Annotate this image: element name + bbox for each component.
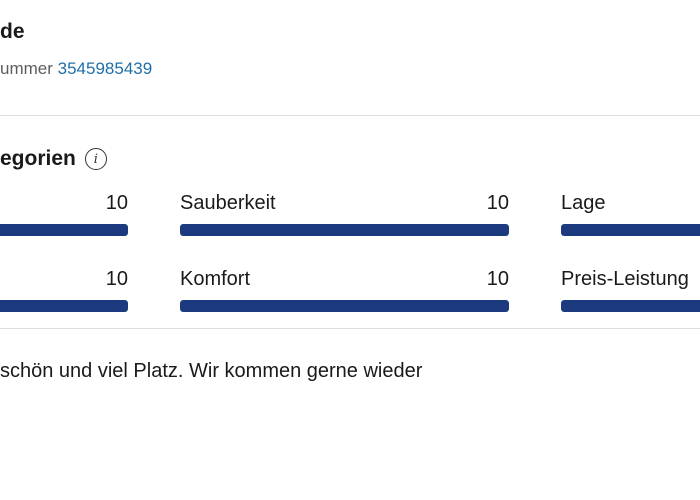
booking-number-link[interactable]: 3545985439 <box>58 59 153 78</box>
score-category-4: 10 <box>0 268 128 318</box>
categories-heading: egorien i <box>0 147 107 171</box>
score-bar-fill <box>0 300 128 312</box>
score-bar-track <box>561 300 700 312</box>
score-label: Lage <box>561 192 606 214</box>
score-bar-track <box>180 224 509 236</box>
score-bar-track <box>0 300 128 312</box>
score-bar-track <box>0 224 128 236</box>
score-value: 10 <box>105 268 128 290</box>
score-bar-fill <box>0 224 128 236</box>
score-category-1: 10 <box>0 192 128 242</box>
score-label: Sauberkeit <box>180 192 276 214</box>
review-text: schön und viel Platz. Wir kommen gerne w… <box>0 360 423 382</box>
score-bar-fill <box>180 300 509 312</box>
score-category-sauberkeit: Sauberkeit 10 <box>180 192 509 242</box>
booking-number-line: ummer 3545985439 <box>0 59 152 79</box>
score-bar-track <box>180 300 509 312</box>
booking-number-label: ummer <box>0 59 53 78</box>
score-bar-fill <box>561 224 700 236</box>
divider-top <box>0 115 700 116</box>
score-label: Komfort <box>180 268 251 290</box>
score-category-preis-leistung: Preis-Leistung <box>561 268 700 318</box>
score-label: Preis-Leistung <box>561 268 689 290</box>
score-category-komfort: Komfort 10 <box>180 268 509 318</box>
score-value: 10 <box>105 192 128 214</box>
score-category-lage: Lage <box>561 192 700 242</box>
score-bar-fill <box>180 224 509 236</box>
categories-title: egorien <box>0 147 76 170</box>
score-bar-fill <box>561 300 700 312</box>
score-value: 10 <box>486 268 509 290</box>
divider-bottom <box>0 328 700 329</box>
info-icon[interactable]: i <box>84 148 107 170</box>
score-bar-track <box>561 224 700 236</box>
score-value: 10 <box>486 192 509 214</box>
review-heading: de <box>0 20 25 43</box>
review-page: de ummer 3545985439 egorien i 10 Sauberk… <box>0 0 700 500</box>
